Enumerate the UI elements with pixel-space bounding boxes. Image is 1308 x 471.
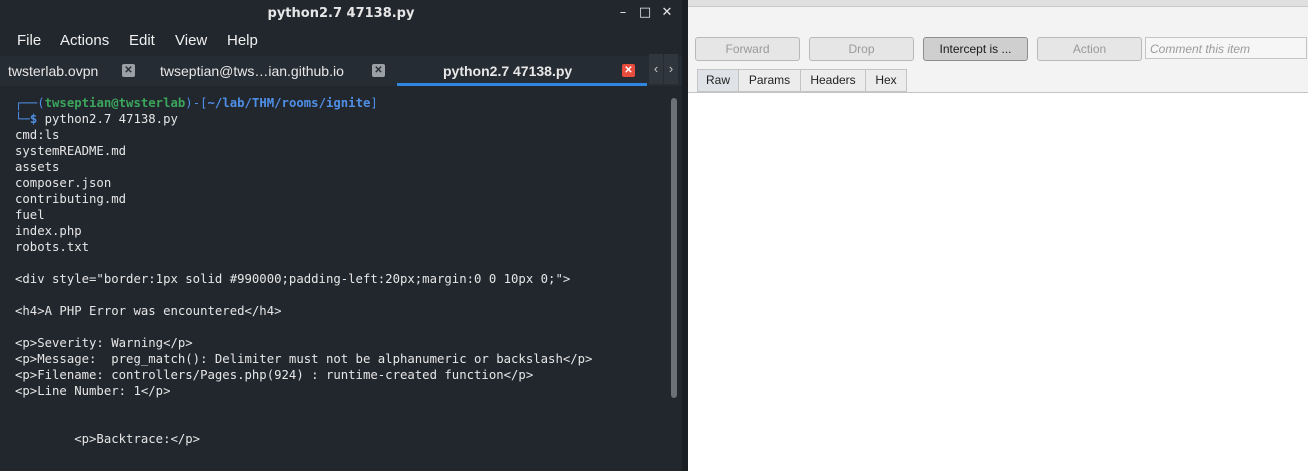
drop-button[interactable]: Drop [809,37,914,61]
comment-input[interactable]: Comment this item [1145,37,1307,59]
output-line: <p>Message: preg_match(): Delimiter must… [15,352,593,366]
prompt-path: ~/lab/THM/rooms/ignite [207,96,371,110]
tab-github-io[interactable]: twseptian@tws…ian.github.io ✕ [145,56,395,86]
output-line: <p>Severity: Warning</p> [15,336,193,350]
forward-button[interactable]: Forward [695,37,800,61]
prompt-frame: )-[ [185,96,208,110]
output-line: cmd:ls [15,128,60,142]
tab-close-icon[interactable]: ✕ [122,64,135,77]
menu-edit[interactable]: Edit [129,32,155,49]
menu-actions[interactable]: Actions [60,32,109,49]
prompt-command: python2.7 47138.py [44,112,178,126]
tab-scroll-left-icon[interactable]: ‹ [649,54,663,84]
terminal-output-area[interactable]: ┌──(twseptian@twsterlab)-[~/lab/THM/room… [0,86,668,471]
burp-top-border [688,0,1308,7]
menu-bar: File Actions Edit View Help [0,28,682,54]
output-line: fuel [15,208,45,222]
output-line: composer.json [15,176,112,190]
terminal-titlebar: python2.7 47138.py – □ ✕ [0,0,682,28]
tab-headers[interactable]: Headers [800,69,866,92]
output-line: systemREADME.md [15,144,127,158]
output-line: assets [15,160,60,174]
output-line: contributing.md [15,192,127,206]
output-line: <p>Line Number: 1</p> [15,384,171,398]
tab-label: python2.7 47138.py [443,63,573,79]
intercept-toggle-button[interactable]: Intercept is ... [923,37,1028,61]
output-line: index.php [15,224,82,238]
window-title: python2.7 47138.py [267,6,415,21]
menu-file[interactable]: File [17,32,41,49]
tab-params[interactable]: Params [738,69,801,92]
close-icon[interactable]: ✕ [659,5,675,21]
prompt-frame: ] [370,96,378,110]
tab-close-icon[interactable]: ✕ [622,64,635,77]
prompt-symbol: $ [29,112,38,126]
tab-raw[interactable]: Raw [697,69,739,92]
terminal-tab-bar: twsterlab.ovpn ✕ twseptian@tws…ian.githu… [0,56,682,86]
tab-python-script[interactable]: python2.7 47138.py ✕ [397,56,647,86]
tab-hex[interactable]: Hex [865,69,907,92]
output-line: <p>Backtrace:</p> [15,432,201,446]
prompt-frame: ┌──( [15,96,45,110]
action-button[interactable]: Action [1037,37,1142,61]
output-line: <div style="border:1px solid #990000;pad… [15,272,571,286]
terminal-scrollbar[interactable] [668,86,682,471]
menu-view[interactable]: View [175,32,207,49]
terminal-output: ┌──(twseptian@twsterlab)-[~/lab/THM/room… [15,95,592,447]
output-line: robots.txt [15,240,90,254]
maximize-icon[interactable]: □ [637,5,653,21]
tab-twsterlab-ovpn[interactable]: twsterlab.ovpn ✕ [0,56,145,86]
tab-label: twseptian@tws…ian.github.io [160,63,344,79]
request-editor[interactable] [688,93,1308,471]
prompt-frame: └─ [15,112,30,126]
scrollbar-thumb[interactable] [671,98,677,398]
burp-intercept-pane: Forward Drop Intercept is ... Action Com… [688,0,1308,471]
tab-label: twsterlab.ovpn [8,63,99,79]
menu-help[interactable]: Help [227,32,258,49]
tab-close-icon[interactable]: ✕ [372,64,385,77]
prompt-user-host: twseptian@twsterlab [44,96,186,110]
terminal-window: python2.7 47138.py – □ ✕ File Actions Ed… [0,0,682,471]
minimize-icon[interactable]: – [615,5,631,21]
output-line: <p>Filename: controllers/Pages.php(924) … [15,368,534,382]
tab-scroll-right-icon[interactable]: › [664,54,678,84]
output-line: <h4>A PHP Error was encountered</h4> [15,304,282,318]
